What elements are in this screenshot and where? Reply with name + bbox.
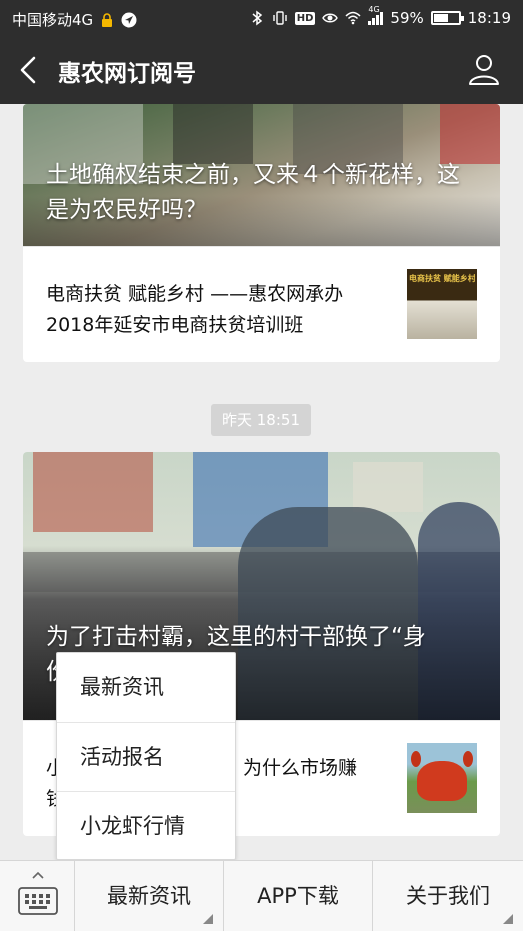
battery-icon [430,11,464,25]
menu-tab-about-us[interactable]: 关于我们 [373,861,523,931]
article-card-1[interactable]: 土地确权结束之前，又来４个新花样，这是为农民好吗？ 电商扶贫 赋能乡村 ——惠农… [23,104,500,362]
menu-tab-app-download[interactable]: APP下载 [224,861,373,931]
headline-line-1: 为了打击村霸，这里的村干部换了“身 [46,624,426,650]
menu-tab-label: 最新资讯 [107,884,191,908]
back-icon[interactable] [14,54,44,86]
vibrate-icon [273,11,287,25]
bottom-menu-bar: 最新资讯 APP下载 关于我们 [0,860,523,931]
menu-tab-latest-news[interactable]: 最新资讯 [75,861,224,931]
battery-percent: 59% [390,9,424,27]
navigation-icon [121,12,137,27]
menu-tab-label: APP下载 [257,884,339,908]
chevron-up-icon [32,871,44,879]
sub-title-right: 为什么市场赚 [243,757,358,779]
carrier-label: 中国移动4G [12,11,94,29]
page-title: 惠农网订阅号 [58,61,196,87]
thumbnail-caption: 电商扶贫 赋能乡村 [409,274,475,283]
submenu-indicator-icon [203,914,213,924]
bluetooth-icon [252,10,262,26]
sub-article-title: 电商扶贫 赋能乡村 ——惠农网承办2018年延安市电商扶贫培训班 [46,283,344,336]
network-type-label: 4G [368,5,380,14]
popup-menu: 最新资讯 活动报名 小龙虾行情 [56,652,236,860]
keyboard-toggle-button[interactable] [0,861,75,931]
article-headline: 土地确权结束之前，又来４个新花样，这是为农民好吗？ [46,162,460,223]
hd-badge: HD [294,11,316,25]
clock: 18:19 [467,9,511,27]
status-bar: 中国移动4G HD 4G 59% 18:19 [0,0,523,36]
submenu-indicator-icon [503,914,513,924]
menu-item-crayfish-prices[interactable]: 小龙虾行情 [57,791,235,860]
profile-icon[interactable] [467,52,501,86]
cell-signal-icon: 4G [368,5,384,25]
lock-icon [102,12,113,27]
keyboard-icon [18,887,58,915]
eye-icon [322,13,339,23]
nav-bar: 惠农网订阅号 [0,36,523,104]
article-cover[interactable]: 土地确权结束之前，又来４个新花样，这是为农民好吗？ [23,104,500,246]
wifi-icon [345,11,361,25]
battery-fill [433,14,448,22]
sub-article-thumbnail [407,743,477,813]
sub-article[interactable]: 电商扶贫 赋能乡村 ——惠农网承办2018年延安市电商扶贫培训班 电商扶贫 赋能… [23,246,500,362]
menu-tab-label: 关于我们 [406,884,490,908]
menu-item-latest-news[interactable]: 最新资讯 [57,653,235,722]
message-timestamp: 昨天 18:51 [211,404,311,436]
menu-item-event-signup[interactable]: 活动报名 [57,722,235,791]
sub-article-thumbnail: 电商扶贫 赋能乡村 [407,269,477,339]
